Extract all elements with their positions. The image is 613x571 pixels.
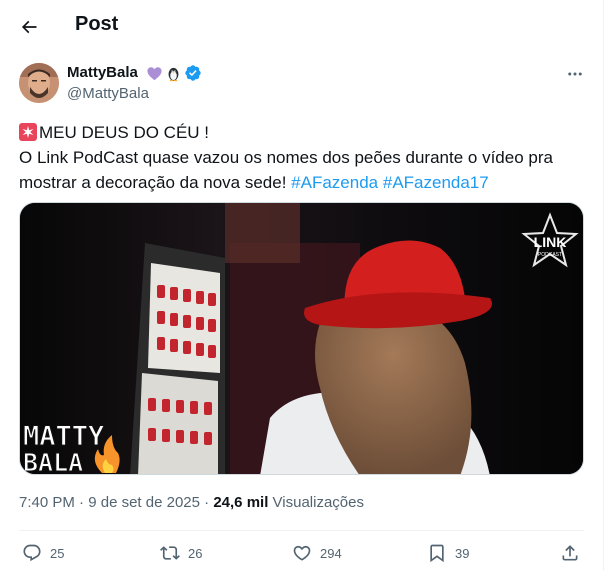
page-title: Post bbox=[75, 13, 119, 35]
tweet-text: MEU DEUS DO CÉU ! O Link PodCast quase v… bbox=[19, 120, 589, 195]
svg-text:PODCAST: PODCAST bbox=[538, 252, 562, 258]
tweet-line-3: mostrar a decoração da nova sede! #AFaze… bbox=[19, 170, 589, 195]
bookmark-button[interactable]: 39 bbox=[427, 541, 469, 565]
views-count: 24,6 mil bbox=[213, 494, 269, 511]
purple-heart-icon bbox=[147, 66, 162, 80]
bookmark-icon bbox=[430, 544, 444, 563]
repost-button[interactable]: 26 bbox=[160, 541, 202, 565]
tweet-date[interactable]: 9 de set de 2025 bbox=[88, 494, 200, 511]
video-frame: LINK PODCAST MATTY BALA bbox=[20, 203, 583, 475]
meta-separator: · bbox=[79, 494, 85, 511]
views-label: Visualizações bbox=[272, 494, 364, 511]
tweet-video[interactable]: LINK PODCAST MATTY BALA bbox=[19, 202, 584, 475]
verified-badge-icon bbox=[185, 65, 201, 81]
svg-text:LINK: LINK bbox=[534, 234, 567, 250]
siren-emoji-icon bbox=[19, 123, 37, 141]
penguin-icon bbox=[168, 67, 179, 81]
tweet-meta: 7:40 PM · 9 de set de 2025 · 24,6 mil Vi… bbox=[19, 494, 364, 511]
author-handle[interactable]: @MattyBala bbox=[67, 85, 149, 102]
tweet-time[interactable]: 7:40 PM bbox=[19, 494, 75, 511]
repost-icon bbox=[160, 546, 180, 560]
svg-text:BALA: BALA bbox=[23, 448, 83, 475]
reply-button[interactable]: 25 bbox=[22, 541, 64, 565]
arrow-left-icon bbox=[21, 20, 37, 34]
reply-icon bbox=[23, 544, 41, 562]
hashtag-afazenda[interactable]: #AFazenda bbox=[291, 173, 378, 192]
tweet-line-1-text: MEU DEUS DO CÉU ! bbox=[39, 123, 210, 142]
more-dots-icon bbox=[568, 72, 582, 76]
tweet-line-2: O Link PodCast quase vazou os nomes dos … bbox=[19, 148, 553, 167]
back-button[interactable] bbox=[12, 10, 46, 44]
meta-separator-2: · bbox=[204, 494, 210, 511]
hashtag-afazenda17[interactable]: #AFazenda17 bbox=[383, 173, 489, 192]
heart-icon bbox=[293, 545, 311, 561]
share-icon bbox=[562, 545, 578, 561]
top-bar: Post bbox=[0, 0, 603, 52]
like-count: 294 bbox=[320, 545, 342, 561]
avatar[interactable] bbox=[19, 63, 59, 103]
more-options-button[interactable] bbox=[563, 62, 587, 86]
author-name[interactable]: MattyBala bbox=[67, 64, 138, 81]
repost-count: 26 bbox=[188, 545, 203, 561]
column-border bbox=[603, 0, 604, 571]
like-button[interactable]: 294 bbox=[292, 541, 342, 565]
author-badges bbox=[146, 64, 202, 82]
share-button[interactable] bbox=[560, 541, 580, 565]
action-divider bbox=[19, 530, 584, 531]
tweet-line-3-text: mostrar a decoração da nova sede! bbox=[19, 173, 292, 192]
reply-count: 25 bbox=[50, 545, 65, 561]
bookmark-count: 39 bbox=[455, 545, 470, 561]
tweet-line-1: MEU DEUS DO CÉU ! bbox=[19, 120, 589, 145]
